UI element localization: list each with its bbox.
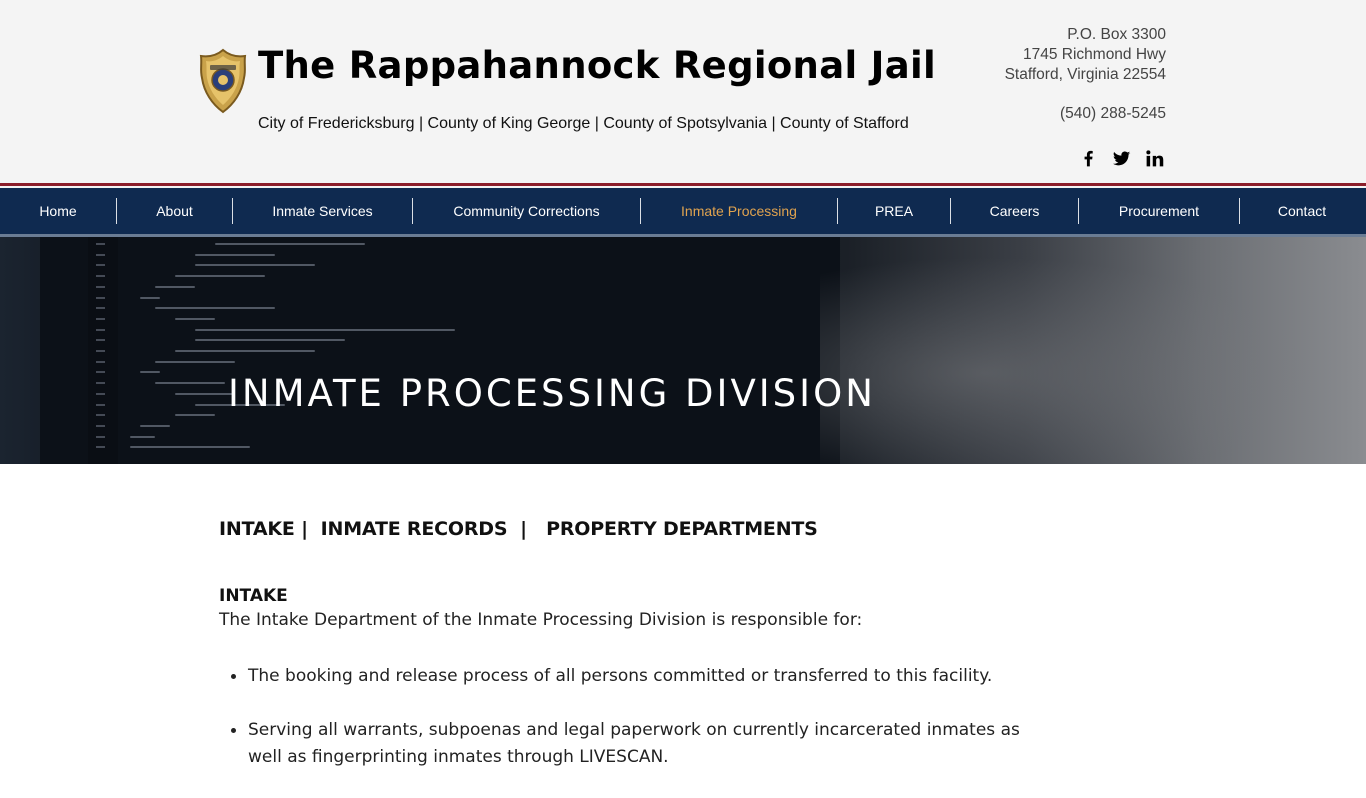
phone-number[interactable]: (540) 288-5245: [1005, 104, 1166, 124]
nav-item-community-corrections[interactable]: Community Corrections: [413, 188, 640, 234]
facebook-icon[interactable]: [1078, 148, 1099, 169]
nav-item-careers[interactable]: Careers: [951, 188, 1078, 234]
nav-divider: [837, 198, 838, 224]
nav-divider: [412, 198, 413, 224]
main-navigation: Home About Inmate Services Community Cor…: [0, 188, 1366, 237]
nav-divider: [232, 198, 233, 224]
localities-line: City of Fredericksburg | County of King …: [258, 115, 909, 132]
intake-responsibilities-list: The booking and release process of all p…: [231, 663, 1048, 798]
code-line-number: [96, 264, 105, 267]
nav-item-inmate-services[interactable]: Inmate Services: [233, 188, 412, 234]
nav-item-contact[interactable]: Contact: [1240, 188, 1364, 234]
code-line-number: [96, 403, 105, 406]
social-links: [1078, 148, 1165, 169]
code-line: [155, 285, 195, 288]
code-line: [195, 253, 275, 256]
nav-divider: [1239, 198, 1240, 224]
list-item: Serving all warrants, subpoenas and lega…: [231, 717, 1048, 771]
code-line: [195, 339, 345, 342]
code-line-number: [96, 382, 105, 385]
code-line: [215, 243, 365, 245]
code-line: [130, 435, 155, 438]
nav-item-prea[interactable]: PREA: [838, 188, 950, 234]
code-line: [175, 317, 215, 320]
intake-intro: The Intake Department of the Inmate Proc…: [219, 610, 863, 630]
code-line-number: [96, 371, 105, 374]
code-line-number: [96, 296, 105, 299]
code-line-number: [96, 275, 105, 278]
code-line-number: [96, 414, 105, 417]
code-line: [155, 360, 235, 363]
code-line: [175, 414, 215, 417]
site-header: The Rappahannock Regional Jail City of F…: [0, 0, 1366, 183]
code-line-number: [96, 392, 105, 395]
department-links[interactable]: INTAKE | INMATE RECORDS | PROPERTY DEPAR…: [219, 518, 818, 540]
code-line-number: [96, 307, 105, 310]
nav-divider: [116, 198, 117, 224]
address-line-2: 1745 Richmond Hwy: [1022, 46, 1166, 63]
nav-divider: [1078, 198, 1079, 224]
code-line: [155, 307, 275, 310]
code-line-number: [96, 317, 105, 320]
hero-blur-overlay: [820, 237, 1366, 464]
code-line-number: [96, 339, 105, 342]
intake-heading: INTAKE: [219, 586, 288, 606]
nav-item-inmate-processing[interactable]: Inmate Processing: [641, 188, 837, 234]
sheriff-badge-logo[interactable]: [198, 48, 248, 114]
address-line-3: Stafford, Virginia 22554: [1004, 66, 1166, 83]
address-line-1: P.O. Box 3300: [1067, 26, 1166, 43]
hero-banner: INMATE PROCESSING DIVISION: [0, 237, 1366, 464]
code-line: [130, 446, 250, 449]
code-line: [175, 275, 265, 278]
hero-code-background: [40, 237, 840, 464]
hero-title: INMATE PROCESSING DIVISION: [228, 372, 876, 415]
code-line: [140, 424, 170, 427]
code-line-number: [96, 328, 105, 331]
code-line-number: [96, 446, 105, 449]
code-line: [195, 328, 455, 331]
list-item: The booking and release process of all p…: [231, 663, 1048, 690]
contact-address: P.O. Box 3300 1745 Richmond Hwy Stafford…: [1005, 25, 1166, 124]
code-line-number: [96, 253, 105, 256]
code-line: [175, 350, 315, 352]
twitter-icon[interactable]: [1111, 148, 1132, 169]
code-line-number: [96, 435, 105, 438]
code-line-number: [96, 424, 105, 427]
code-line: [175, 392, 235, 395]
code-line-number: [96, 285, 105, 288]
nav-divider: [950, 198, 951, 224]
code-line: [155, 382, 225, 385]
site-title[interactable]: The Rappahannock Regional Jail: [258, 44, 936, 87]
linkedin-icon[interactable]: [1144, 148, 1165, 169]
nav-item-about[interactable]: About: [117, 188, 232, 234]
code-line-number: [96, 243, 105, 245]
nav-item-home[interactable]: Home: [0, 188, 116, 234]
nav-item-procurement[interactable]: Procurement: [1079, 188, 1239, 234]
code-line-number: [96, 350, 105, 352]
code-line: [140, 296, 160, 299]
code-line-number: [96, 360, 105, 363]
nav-divider: [640, 198, 641, 224]
